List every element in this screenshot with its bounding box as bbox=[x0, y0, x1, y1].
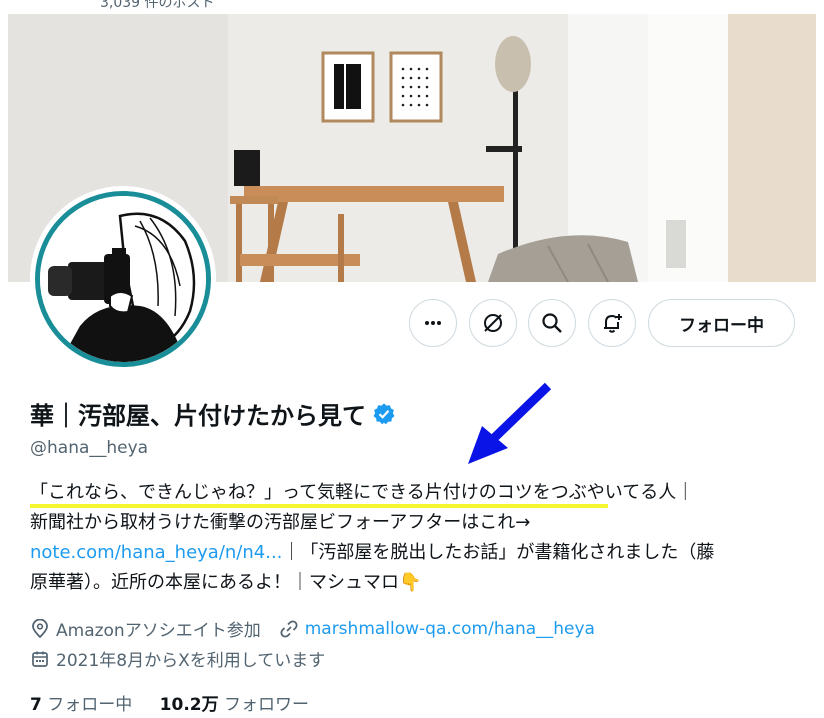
grok-button[interactable] bbox=[469, 299, 517, 347]
post-count-header: 3,039 件のポスト bbox=[0, 0, 824, 14]
meta-row-affiliation: Amazonアソシエイト参加 marshmallow-qa.com/hana__… bbox=[30, 616, 595, 641]
following-stat[interactable]: 7 フォロー中 bbox=[30, 695, 132, 715]
following-label: フォロー中 bbox=[47, 695, 133, 715]
website-link[interactable]: marshmallow-qa.com/hana__heya bbox=[305, 619, 595, 639]
profile-avatar[interactable] bbox=[30, 186, 216, 372]
following-button[interactable]: フォロー中 bbox=[648, 299, 795, 347]
bio-note-link[interactable]: note.com/hana_heya/n/n4... bbox=[30, 542, 282, 563]
followers-label: フォロワー bbox=[224, 695, 310, 715]
display-name: 華｜汚部屋、片付けたから見て bbox=[30, 402, 366, 430]
annotation-arrow-icon bbox=[468, 382, 552, 464]
followers-count: 10.2万 bbox=[159, 695, 219, 715]
more-dots-icon bbox=[425, 321, 441, 325]
link-icon bbox=[279, 619, 299, 639]
verified-badge-icon[interactable] bbox=[372, 402, 396, 426]
following-count: 7 bbox=[30, 695, 42, 715]
post-count-label: 3,039 件のポスト bbox=[100, 0, 215, 11]
bio-highlight-underline bbox=[30, 504, 608, 508]
bio-line-3: note.com/hana_heya/n/n4...｜「汚部屋を脱出したお話」が… bbox=[30, 538, 790, 568]
avatar-image bbox=[35, 191, 211, 367]
bio-line-4: 原華著）。近所の本屋にあるよ！｜マシュマロ👇 bbox=[30, 572, 422, 593]
bell-plus-icon bbox=[604, 314, 622, 333]
display-name-row: 華｜汚部屋、片付けたから見て bbox=[30, 396, 396, 431]
calendar-icon bbox=[30, 649, 50, 669]
location-pin-icon bbox=[30, 618, 50, 639]
affiliation-text: Amazonアソシエイト参加 bbox=[56, 621, 261, 641]
search-profile-button[interactable] bbox=[528, 299, 576, 347]
joined-date-text: 2021年8月からXを利用しています bbox=[56, 651, 326, 671]
follow-stats: 7 フォロー中 10.2万 フォロワー bbox=[30, 690, 309, 715]
notifications-button[interactable] bbox=[588, 299, 636, 347]
user-handle: @hana__heya bbox=[30, 438, 149, 458]
avatar-illustration bbox=[40, 196, 206, 362]
bio-line-2: 新聞社から取材うけた衝撃の汚部屋ビフォーアフターはこれ→ bbox=[30, 512, 531, 533]
meta-row-joined: 2021年8月からXを利用しています bbox=[30, 646, 325, 671]
followers-stat[interactable]: 10.2万 フォロワー bbox=[160, 695, 309, 715]
more-button[interactable] bbox=[409, 299, 457, 347]
bio-line-3-text: ｜「汚部屋を脱出したお話」が書籍化されました（藤 bbox=[282, 542, 715, 563]
search-icon bbox=[542, 313, 562, 333]
profile-bio: 「これなら、できんじゃね？」って気軽にできる片付けのコツをつぶやいてる人｜ 新聞… bbox=[30, 478, 790, 598]
grok-icon bbox=[484, 314, 502, 332]
